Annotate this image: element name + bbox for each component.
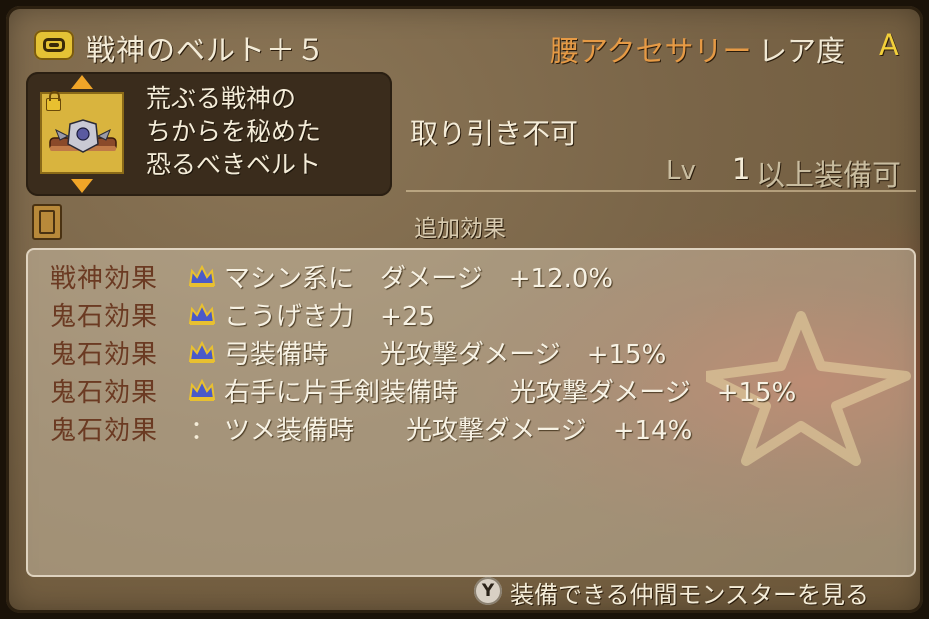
rarity-value: A	[879, 28, 899, 62]
effect-label: 鬼石効果	[50, 340, 159, 370]
item-description-box[interactable]: 荒ぶる戦神の ちからを秘めた 恐るべきベルト	[26, 72, 392, 196]
effect-label: 鬼石効果	[50, 302, 159, 332]
trade-status: 取り引き不可	[410, 117, 579, 150]
book-icon[interactable]	[32, 204, 62, 240]
level-requirement-text: 以上装備可	[756, 158, 902, 192]
item-description: 荒ぶる戦神の ちからを秘めた 恐るべきベルト	[146, 84, 322, 179]
item-thumbnail	[40, 91, 124, 174]
colon-separator: ：	[190, 416, 217, 446]
view-monsters-label: 装備できる仲間モンスターを見る	[510, 581, 870, 609]
effect-row: 鬼石効果 ： ツメ装備時 光攻撃ダメージ +14%	[28, 408, 908, 446]
effect-label: 戦神効果	[50, 264, 159, 294]
crown-icon	[188, 378, 216, 401]
crown-icon	[188, 264, 216, 287]
effect-label: 鬼石効果	[50, 416, 159, 446]
accessory-category-icon	[34, 30, 74, 60]
level-label: Lv	[666, 156, 696, 186]
y-button-icon: Y	[474, 577, 502, 605]
effects-panel: 戦神効果 マシン系に ダメージ +12.0% 鬼石効果 こうげき力 +25 鬼石…	[26, 248, 916, 577]
belt-icon	[49, 119, 117, 153]
effect-row: 鬼石効果 右手に片手剣装備時 光攻撃ダメージ +15%	[28, 370, 908, 408]
scroll-down-arrow-icon[interactable]	[71, 179, 93, 193]
item-detail-window: 戦神のベルト＋５ 腰アクセサリー レア度 A 荒ぶる戦神の ちからを秘めた 恐る…	[6, 6, 923, 613]
effect-text: こうげき力 +25	[224, 302, 435, 332]
effect-row: 鬼石効果 弓装備時 光攻撃ダメージ +15%	[28, 332, 908, 370]
item-category: 腰アクセサリー	[550, 34, 752, 68]
effect-label: 鬼石効果	[50, 378, 159, 408]
rarity-label: レア度	[758, 34, 846, 68]
scroll-up-arrow-icon[interactable]	[71, 75, 93, 89]
effects-section-title: 追加効果	[414, 216, 506, 242]
crown-icon	[188, 302, 216, 325]
effect-text: マシン系に ダメージ +12.0%	[224, 264, 614, 294]
item-header: 戦神のベルト＋５ 腰アクセサリー レア度 A	[34, 24, 914, 72]
crown-icon	[188, 340, 216, 363]
level-divider	[406, 190, 916, 192]
view-monsters-button[interactable]: Y 装備できる仲間モンスターを見る	[474, 573, 914, 609]
level-value: 1	[732, 152, 751, 186]
effect-row: 鬼石効果 こうげき力 +25	[28, 294, 908, 332]
effect-row: 戦神効果 マシン系に ダメージ +12.0%	[28, 256, 908, 294]
effect-text: 弓装備時 光攻撃ダメージ +15%	[224, 340, 667, 370]
item-name: 戦神のベルト＋５	[86, 33, 327, 67]
effect-text: ツメ装備時 光攻撃ダメージ +14%	[224, 416, 693, 446]
lock-icon	[46, 91, 61, 111]
effect-text: 右手に片手剣装備時 光攻撃ダメージ +15%	[224, 378, 797, 408]
